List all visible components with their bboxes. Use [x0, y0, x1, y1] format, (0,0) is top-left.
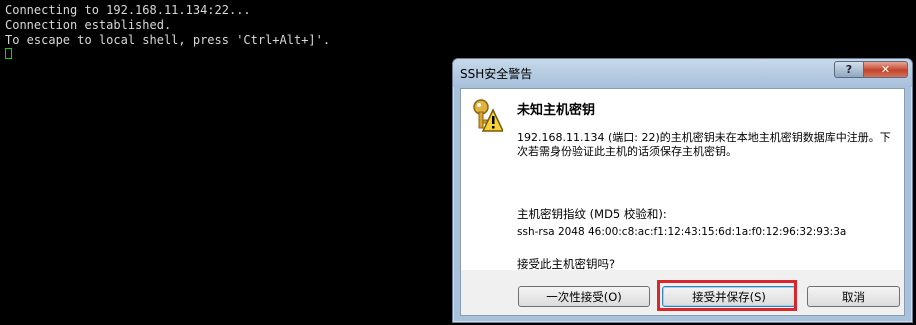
dialog-message: 192.168.11.134 (端口: 22)的主机密钥未在本地主机密钥数据库中…	[517, 131, 891, 158]
accept-question: 接受此主机密钥吗?	[517, 257, 616, 271]
cancel-button[interactable]: 取消	[807, 286, 900, 307]
terminal-line: To escape to local shell, press 'Ctrl+Al…	[5, 33, 331, 47]
fingerprint-label: 主机密钥指纹 (MD5 校验和):	[517, 207, 667, 221]
dialog-heading: 未知主机密钥	[517, 103, 596, 118]
annotation-highlight-box	[657, 280, 797, 311]
terminal-line: Connection established.	[5, 18, 172, 32]
dialog-titlebar[interactable]: SSH安全警告 ? ✕	[453, 59, 912, 87]
fingerprint-value: ssh-rsa 2048 46:00:c8:ac:f1:12:43:15:6d:…	[517, 226, 847, 238]
dialog-title: SSH安全警告	[460, 67, 533, 81]
terminal-cursor	[5, 48, 12, 59]
accept-once-button[interactable]: 一次性接受(O)	[518, 286, 650, 307]
terminal-line: Connecting to 192.168.11.134:22...	[5, 3, 251, 17]
key-warning-icon	[473, 99, 503, 132]
dialog-content: 未知主机密钥 192.168.11.134 (端口: 22)的主机密钥未在本地主…	[461, 89, 904, 271]
help-button[interactable]: ?	[834, 61, 864, 78]
close-button[interactable]: ✕	[863, 61, 908, 78]
